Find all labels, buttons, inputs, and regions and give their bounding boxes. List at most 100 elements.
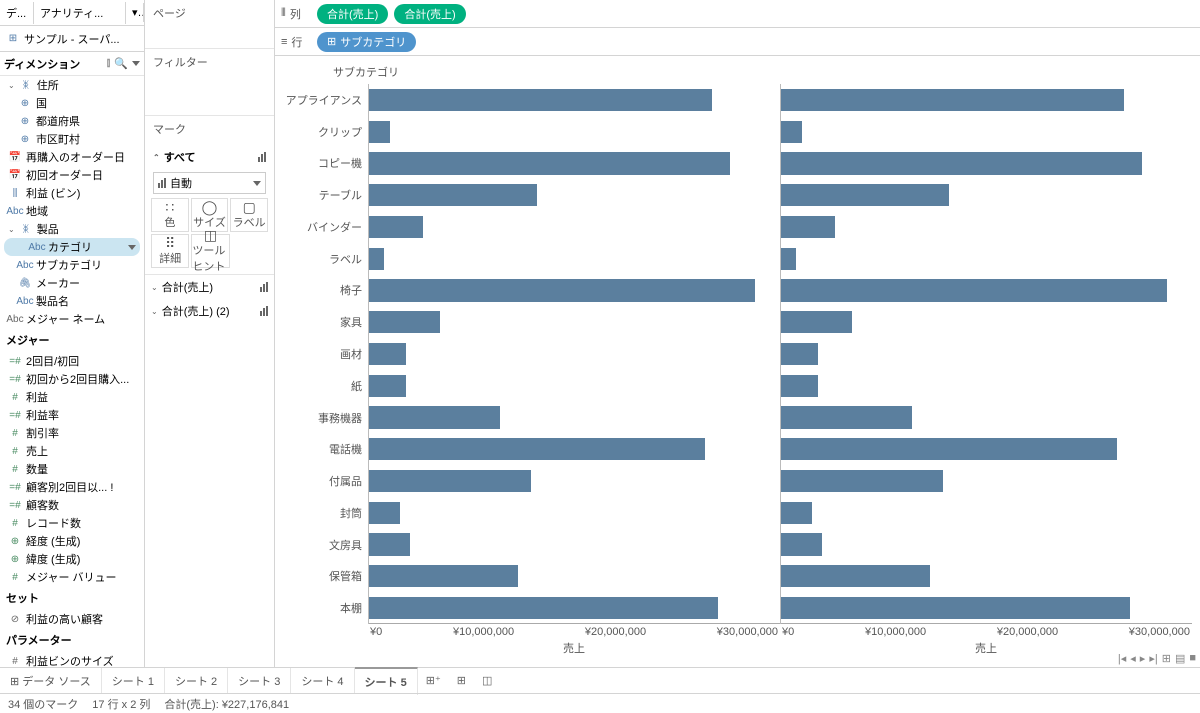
bar-mark[interactable] (369, 597, 718, 619)
bar-mark[interactable] (781, 216, 835, 238)
bar-mark[interactable] (781, 438, 1117, 460)
tab-sheet3[interactable]: シート 3 (228, 668, 291, 694)
field-profit-bin[interactable]: ⫼利益 (ビン) (0, 184, 144, 202)
bar-mark[interactable] (781, 502, 812, 524)
bar-mark[interactable] (781, 406, 912, 428)
first-icon[interactable]: |◂ (1118, 652, 1126, 665)
row-header[interactable]: 文房具 (283, 529, 368, 561)
bar-mark[interactable] (369, 184, 537, 206)
bar-mark[interactable] (369, 470, 531, 492)
bar-mark[interactable] (369, 375, 406, 397)
measure-customer-second[interactable]: =#顧客別2回目以... ! (0, 478, 144, 496)
bar-mark[interactable] (781, 533, 822, 555)
bar-mark[interactable] (369, 406, 500, 428)
field-product[interactable]: ⌄ᛤ製品 (0, 220, 144, 238)
measure-record-count[interactable]: #レコード数 (0, 514, 144, 532)
pill-col1[interactable]: 合計(売上) (317, 4, 388, 24)
list-icon[interactable]: ▤ (1175, 652, 1185, 665)
marks-all[interactable]: ⌃すべて (149, 146, 270, 168)
row-header[interactable]: バインダー (283, 211, 368, 243)
bar-mark[interactable] (369, 152, 730, 174)
field-measure-names[interactable]: Abcメジャー ネーム (0, 310, 144, 328)
measure-second-first[interactable]: =#2回目/初回 (0, 352, 144, 370)
field-city[interactable]: ⊕市区町村 (0, 130, 144, 148)
field-subcategory[interactable]: Abcサブカテゴリ (0, 256, 144, 274)
row-header[interactable]: 封筒 (283, 497, 368, 529)
tab-dropdown[interactable]: ▾ (126, 3, 144, 22)
bar-mark[interactable] (781, 375, 818, 397)
measure-sales[interactable]: #売上 (0, 442, 144, 460)
tooltip-button[interactable]: ◫ツールヒント (191, 234, 229, 268)
new-dashboard-button[interactable]: ⊞ (449, 674, 474, 687)
bar-mark[interactable] (781, 152, 1142, 174)
row-header[interactable]: 事務機器 (283, 402, 368, 434)
row-header[interactable]: 家具 (283, 306, 368, 338)
bar-mark[interactable] (781, 470, 943, 492)
bar-mark[interactable] (369, 121, 390, 143)
tab-datasource[interactable]: ⊞ データ ソース (0, 668, 102, 694)
bar-mark[interactable] (781, 597, 1130, 619)
row-header[interactable]: アプライアンス (283, 84, 368, 116)
bar-mark[interactable] (781, 343, 818, 365)
bar-mark[interactable] (369, 248, 384, 270)
row-header[interactable]: コピー機 (283, 148, 368, 180)
rows-shelf[interactable]: ≡行 ⊞サブカテゴリ (275, 28, 1200, 56)
set-high-profit[interactable]: ⊘利益の高い顧客 (0, 610, 144, 628)
bar-mark[interactable] (781, 311, 852, 333)
marks-agg1[interactable]: ⌄合計(売上) (145, 275, 274, 299)
measure-longitude[interactable]: ⊕経度 (生成) (0, 532, 144, 550)
measure-customer-count[interactable]: =#顧客数 (0, 496, 144, 514)
bar-mark[interactable] (781, 89, 1124, 111)
search-icon[interactable]: 🔍 (114, 57, 128, 70)
bar-mark[interactable] (781, 565, 930, 587)
row-header[interactable]: 付属品 (283, 465, 368, 497)
field-product-name[interactable]: Abc製品名 (0, 292, 144, 310)
row-header[interactable]: クリップ (283, 116, 368, 148)
bar-mark[interactable] (369, 279, 755, 301)
pill-row[interactable]: ⊞サブカテゴリ (317, 32, 416, 52)
bar-mark[interactable] (781, 279, 1167, 301)
mark-type-select[interactable]: 自動 (153, 172, 266, 194)
bar-mark[interactable] (369, 343, 406, 365)
menu-caret-icon[interactable] (132, 61, 140, 66)
field-maker[interactable]: 🖇メーカー (0, 274, 144, 292)
full-icon[interactable]: ■ (1189, 652, 1196, 665)
tab-sheet2[interactable]: シート 2 (165, 668, 228, 694)
row-header[interactable]: テーブル (283, 179, 368, 211)
param-bin-size[interactable]: #利益ビンのサイズ (0, 652, 144, 667)
new-sheet-button[interactable]: ⊞⁺ (418, 674, 449, 687)
datasource-name[interactable]: ⊞ サンプル - スーパ... (0, 26, 144, 52)
field-first-order-date[interactable]: 📅初回オーダー日 (0, 166, 144, 184)
field-menu-icon[interactable] (128, 245, 136, 250)
field-reorder-date[interactable]: 📅再購入のオーダー日 (0, 148, 144, 166)
new-story-button[interactable]: ◫ (474, 674, 500, 687)
bar-mark[interactable] (369, 438, 705, 460)
field-category[interactable]: Abcカテゴリ (4, 238, 140, 256)
measure-profit-ratio[interactable]: =#利益率 (0, 406, 144, 424)
bar-mark[interactable] (781, 248, 796, 270)
measure-profit[interactable]: #利益 (0, 388, 144, 406)
detail-button[interactable]: ⠿詳細 (151, 234, 189, 268)
bar-mark[interactable] (369, 565, 518, 587)
row-header[interactable]: ラベル (283, 243, 368, 275)
field-prefecture[interactable]: ⊕都道府県 (0, 112, 144, 130)
field-address[interactable]: ⌄ᛤ住所 (0, 76, 144, 94)
measure-quantity[interactable]: #数量 (0, 460, 144, 478)
measure-latitude[interactable]: ⊕緯度 (生成) (0, 550, 144, 568)
row-header[interactable]: 本棚 (283, 592, 368, 624)
field-country[interactable]: ⊕国 (0, 94, 144, 112)
row-header[interactable]: 画材 (283, 338, 368, 370)
measure-values[interactable]: #メジャー バリュー (0, 568, 144, 586)
tab-sheet4[interactable]: シート 4 (291, 668, 354, 694)
pill-col2[interactable]: 合計(売上) (394, 4, 465, 24)
color-button[interactable]: ∷色 (151, 198, 189, 232)
bar-mark[interactable] (369, 533, 410, 555)
label-button[interactable]: ▢ラベル (230, 198, 268, 232)
bar-mark[interactable] (369, 311, 440, 333)
measure-first-to-second[interactable]: =#初回から2回目購入... (0, 370, 144, 388)
bar-mark[interactable] (369, 89, 712, 111)
marks-agg2[interactable]: ⌄合計(売上) (2) (145, 299, 274, 323)
next-icon[interactable]: ▸ (1140, 652, 1146, 665)
bar-mark[interactable] (369, 502, 400, 524)
prev-icon[interactable]: ◂ (1130, 652, 1136, 665)
